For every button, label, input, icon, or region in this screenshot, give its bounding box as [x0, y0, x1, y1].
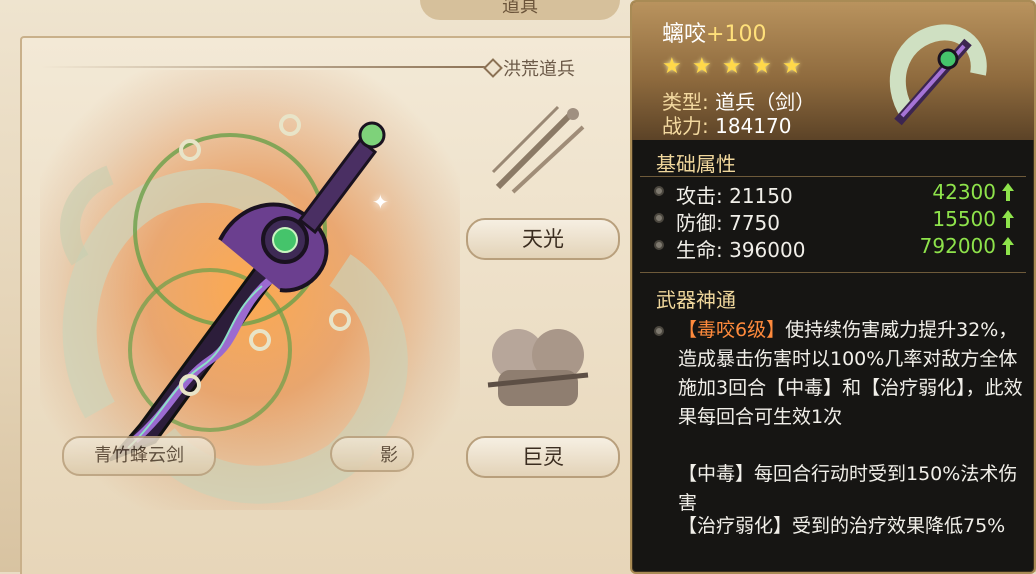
divider	[640, 272, 1026, 273]
bullet-icon	[654, 240, 664, 250]
weapon-item-juling[interactable]: 巨灵	[466, 436, 620, 478]
star-rating: ★ ★ ★ ★ ★	[662, 56, 804, 80]
top-tab[interactable]: 道具	[420, 0, 620, 20]
stat-row-defense: 防御: 7750 15500	[654, 207, 1014, 235]
weapon-tooltip: 螭咬+100 ★ ★ ★ ★ ★ 类型: 道兵（剑） 战力: 184170 基础…	[630, 0, 1036, 574]
stat-label: 生命: 396000	[676, 238, 806, 262]
power-value: 184170	[715, 114, 792, 138]
weapon-thumbnail	[889, 24, 987, 126]
skill-description: 【毒咬6级】使持续伤害威力提升32%，造成暴击伤害时以100%几率对敌方全体施加…	[654, 316, 1024, 432]
star-icon: ★	[752, 54, 772, 79]
weapon-name-text: 螭咬	[662, 22, 707, 47]
section-divider	[40, 58, 503, 78]
bullet-icon	[654, 186, 664, 196]
weapon-thumb-tianguang[interactable]	[478, 92, 598, 202]
weapon-power: 战力: 184170	[662, 110, 791, 139]
divider	[640, 176, 1026, 177]
weapon-item-qingzhu[interactable]: 青竹蜂云剑	[62, 436, 216, 476]
weapon-item-partial[interactable]: 影	[330, 436, 414, 472]
section-title: 洪荒道兵	[503, 59, 575, 80]
poison-effect: 【中毒】每回合行动时受到150%法术伤害	[678, 463, 1018, 514]
weapon-name: 螭咬+100	[662, 16, 766, 48]
stat-row-hp: 生命: 396000 792000	[654, 234, 1014, 262]
skill-title: 武器神通	[656, 288, 736, 312]
base-attr-title: 基础属性	[656, 152, 736, 176]
arrow-up-icon	[1002, 183, 1014, 201]
star-icon: ★	[662, 54, 682, 79]
star-icon: ★	[692, 54, 712, 79]
stat-bonus: 15500	[932, 207, 996, 231]
skill-name: 【毒咬6级】	[678, 319, 786, 341]
arrow-up-icon	[1002, 237, 1014, 255]
stat-label: 防御: 7750	[676, 211, 781, 235]
sparkle-icon: ✦	[372, 190, 389, 214]
star-icon: ★	[722, 54, 742, 79]
weapon-item-tianguang[interactable]: 天光	[466, 218, 620, 260]
bullet-icon	[654, 326, 664, 336]
heal-weaken-effect: 【治疗弱化】受到的治疗效果降低75%	[678, 515, 1006, 537]
stat-label: 攻击: 21150	[676, 184, 793, 208]
stat-bonus: 42300	[932, 180, 996, 204]
arrow-up-icon	[1002, 210, 1014, 228]
bullet-icon	[654, 213, 664, 223]
stat-row-attack: 攻击: 21150 42300	[654, 180, 1014, 208]
weapon-thumb-juling[interactable]	[478, 310, 598, 420]
enhance-level: +100	[706, 22, 767, 47]
stat-bonus: 792000	[919, 234, 996, 258]
star-icon: ★	[782, 54, 802, 79]
power-key: 战力:	[662, 114, 709, 138]
